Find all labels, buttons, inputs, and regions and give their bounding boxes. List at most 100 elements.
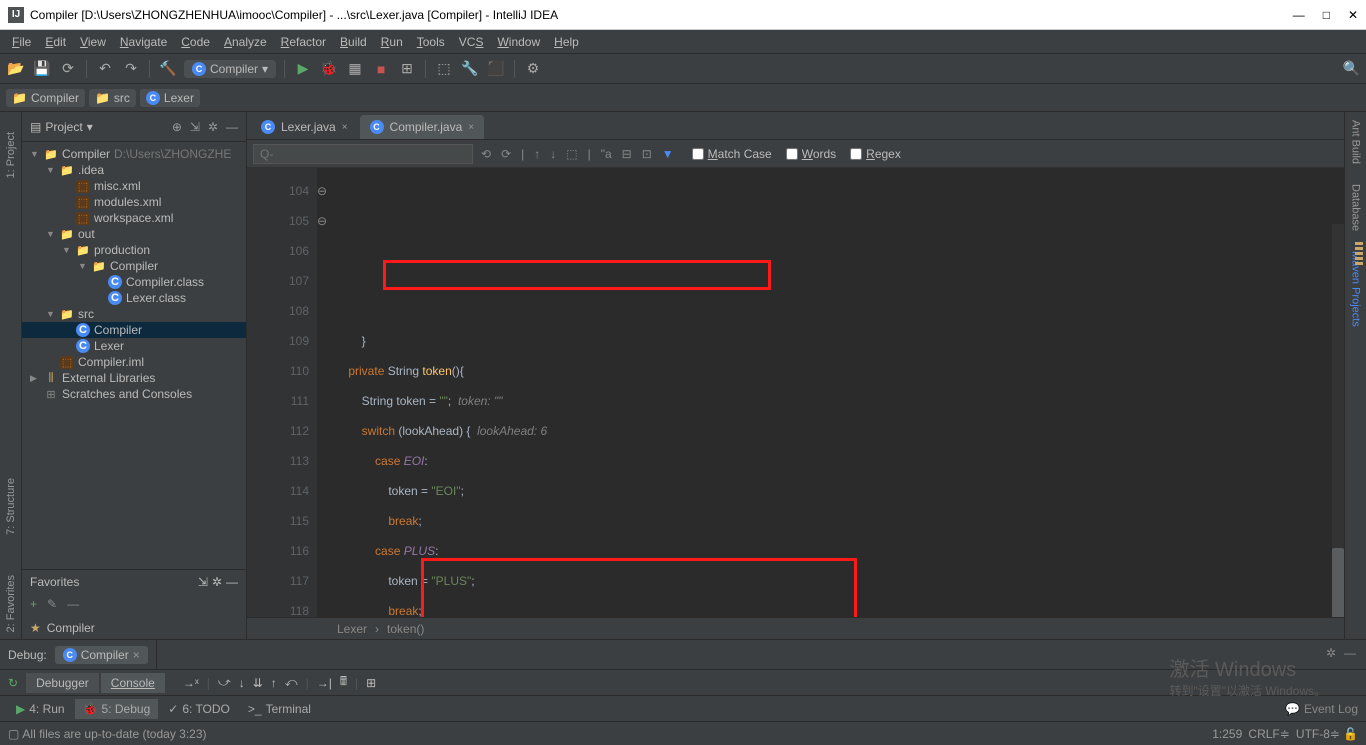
structure-icon[interactable]: ⬚ (434, 59, 454, 79)
step-over-icon[interactable]: ⤻ (218, 675, 231, 690)
close-icon[interactable]: × (133, 648, 140, 662)
tree-item-scratches-and-consoles[interactable]: ⊞Scratches and Consoles (22, 386, 246, 402)
code-line-113[interactable]: break; (335, 596, 1344, 617)
bottom-tab-terminal[interactable]: >_Terminal (240, 699, 319, 719)
menu-code[interactable]: Code (175, 33, 216, 51)
breadcrumb-src[interactable]: 📁src (89, 89, 136, 107)
hide-icon[interactable]: — (226, 120, 238, 134)
bottom-tab-5-debug[interactable]: 🐞5: Debug (75, 699, 159, 719)
undo-icon[interactable]: ↶ (95, 59, 115, 79)
next-occurrence-icon[interactable]: ⟳ (501, 147, 511, 161)
maximize-button[interactable]: □ (1323, 8, 1330, 22)
tree-item-misc-xml[interactable]: ⬚misc.xml (22, 178, 246, 194)
code-line-104[interactable]: } (335, 326, 1344, 356)
chevron-down-icon[interactable]: ▾ (87, 120, 93, 134)
gear-icon[interactable]: ✲ (212, 575, 222, 589)
collapse-icon[interactable]: ⇲ (190, 120, 200, 134)
find-check-regex[interactable]: Regex (850, 147, 901, 161)
tool-structure[interactable]: 7: Structure (5, 478, 17, 535)
delete-icon[interactable]: — (67, 597, 79, 611)
menu-tools[interactable]: Tools (411, 33, 451, 51)
bottom-tab-4-run[interactable]: ▶4: Run (8, 699, 73, 719)
step-into-icon[interactable]: ↓ (239, 676, 245, 690)
close-icon[interactable]: × (468, 122, 474, 133)
select-all-icon[interactable]: ⬚ (566, 147, 577, 161)
tree-item-external-libraries[interactable]: ▶⫼External Libraries (22, 370, 246, 386)
ide-settings-icon[interactable]: ⚙ (523, 59, 543, 79)
code-line-110[interactable]: break; (335, 506, 1344, 536)
tree-item-out[interactable]: ▼📁out (22, 226, 246, 242)
minimize-button[interactable]: — (1293, 8, 1305, 22)
code-line-105[interactable]: private String token(){ (335, 356, 1344, 386)
console-tab[interactable]: Console (101, 673, 165, 693)
close-icon[interactable]: × (342, 122, 348, 133)
redo-icon[interactable]: ↷ (121, 59, 141, 79)
hammer-icon[interactable]: 🔨 (158, 59, 178, 79)
editor-tab-compiler-java[interactable]: CCompiler.java× (360, 115, 485, 139)
tree-item-compiler[interactable]: ▼📁Compiler (22, 258, 246, 274)
menu-refactor[interactable]: Refactor (275, 33, 332, 51)
open-icon[interactable]: 📂 (6, 59, 26, 79)
force-step-icon[interactable]: ⇊ (253, 676, 263, 690)
code-editor[interactable]: 1041051061071081091101111121131141151161… (247, 168, 1344, 617)
drop-frame-icon[interactable]: ⤺ (285, 675, 298, 690)
breadcrumb-compiler[interactable]: 📁Compiler (6, 89, 85, 107)
step-out-icon[interactable]: ↑ (271, 676, 277, 690)
tree-item-modules-xml[interactable]: ⬚modules.xml (22, 194, 246, 210)
tree-item-compiler-iml[interactable]: ⬚Compiler.iml (22, 354, 246, 370)
settings-icon[interactable]: 🔧 (460, 59, 480, 79)
code-line-109[interactable]: token = "EOI"; (335, 476, 1344, 506)
menu-vcs[interactable]: VCS (453, 33, 490, 51)
editor-tab-lexer-java[interactable]: CLexer.java× (251, 115, 358, 139)
code-line-111[interactable]: case PLUS: (335, 536, 1344, 566)
sdk-icon[interactable]: ⬛ (486, 59, 506, 79)
rerun-icon[interactable]: ↻ (8, 676, 18, 690)
run-to-cursor-icon[interactable]: →| (317, 676, 332, 690)
toggle1-icon[interactable]: "a (601, 147, 612, 161)
menu-view[interactable]: View (74, 33, 112, 51)
coverage-icon[interactable]: ▦ (345, 59, 365, 79)
tree-item-lexer[interactable]: CLexer (22, 338, 246, 354)
menu-edit[interactable]: Edit (39, 33, 72, 51)
find-input[interactable] (253, 144, 473, 164)
menu-run[interactable]: Run (375, 33, 409, 51)
more-icon[interactable]: →ˣ (183, 676, 199, 690)
gear-icon[interactable]: ✲ (208, 120, 218, 134)
menu-analyze[interactable]: Analyze (218, 33, 273, 51)
tree-item-compiler-class[interactable]: CCompiler.class (22, 274, 246, 290)
menu-help[interactable]: Help (548, 33, 585, 51)
tool-database[interactable]: Database (1350, 184, 1362, 231)
evaluate-icon[interactable]: 🖩 (340, 672, 347, 693)
find-check-match-case[interactable]: Match Case (692, 147, 772, 161)
tool-favorites[interactable]: 2: Favorites (5, 575, 17, 632)
debugger-tab[interactable]: Debugger (26, 673, 99, 693)
tree-item-compiler[interactable]: ▼📁Compiler D:\Users\ZHONGZHE (22, 146, 246, 162)
tree-item-production[interactable]: ▼📁production (22, 242, 246, 258)
filter-icon[interactable]: ▼ (662, 147, 674, 161)
sync-icon[interactable]: ⟳ (58, 59, 78, 79)
toggle2-icon[interactable]: ⊟ (622, 147, 632, 161)
tool-project[interactable]: 1: Project (5, 132, 17, 178)
prev-occurrence-icon[interactable]: ⟲ (481, 147, 491, 161)
down-icon[interactable]: ↓ (550, 147, 556, 161)
close-button[interactable]: ✕ (1348, 8, 1358, 22)
debug-icon[interactable]: 🐞 (319, 59, 339, 79)
save-icon[interactable]: 💾 (32, 59, 52, 79)
crumb-class[interactable]: Lexer (337, 622, 367, 636)
menu-navigate[interactable]: Navigate (114, 33, 173, 51)
code-line-112[interactable]: token = "PLUS"; (335, 566, 1344, 596)
scrollbar-thumb[interactable] (1332, 548, 1344, 617)
menu-file[interactable]: File (6, 33, 37, 51)
menu-window[interactable]: Window (491, 33, 546, 51)
profiler-icon[interactable]: ⊞ (397, 59, 417, 79)
hide-icon[interactable]: — (1344, 646, 1356, 663)
run-icon[interactable]: ▶ (293, 59, 313, 79)
toggle3-icon[interactable]: ⊡ (642, 147, 652, 161)
event-log-label[interactable]: Event Log (1304, 702, 1358, 716)
run-config-selector[interactable]: C Compiler ▾ (184, 60, 276, 78)
edit-icon[interactable]: ✎ (47, 597, 57, 611)
tree-item-workspace-xml[interactable]: ⬚workspace.xml (22, 210, 246, 226)
breadcrumb-lexer[interactable]: CLexer (140, 89, 200, 107)
code-line-107[interactable]: switch (lookAhead) { lookAhead: 6 (335, 416, 1344, 446)
code-content[interactable]: } private String token(){ String token =… (317, 168, 1344, 617)
